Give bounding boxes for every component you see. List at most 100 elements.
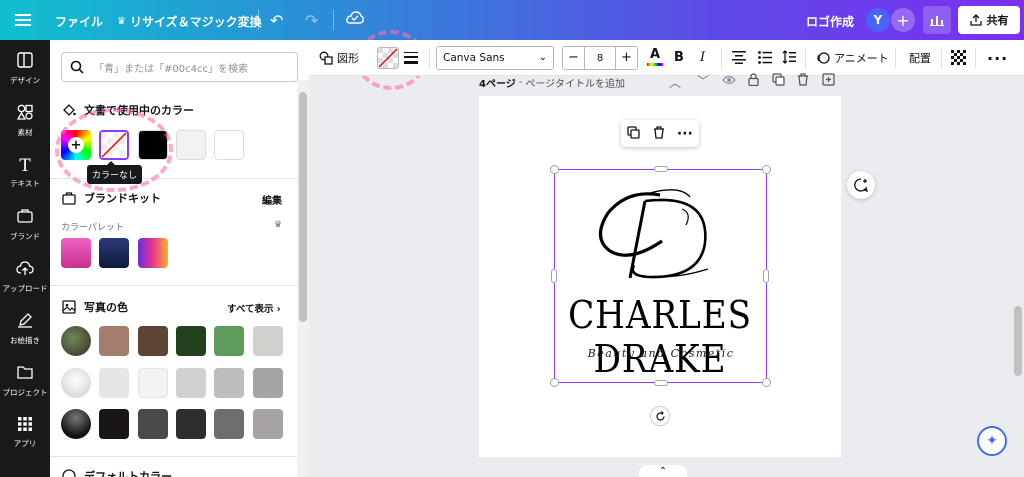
- delete-icon[interactable]: [653, 124, 665, 143]
- rail-item-apps[interactable]: アプリ: [0, 416, 50, 449]
- photo-color-swatch[interactable]: [176, 409, 206, 439]
- list-icon[interactable]: [758, 51, 772, 67]
- more-options-icon[interactable]: ···: [987, 49, 1008, 68]
- rotate-handle[interactable]: [650, 406, 670, 426]
- horizontal-scrollbar[interactable]: ⌃: [309, 461, 1024, 477]
- minus-icon[interactable]: −: [563, 47, 585, 69]
- photo-color-swatch[interactable]: [99, 326, 129, 356]
- photo-thumb-2[interactable]: [61, 368, 91, 398]
- spacing-icon[interactable]: [782, 50, 796, 67]
- shape-button[interactable]: 図形: [319, 50, 359, 66]
- rail-item-upload[interactable]: アップロード: [0, 260, 50, 294]
- resize-handle-top[interactable]: [654, 166, 668, 172]
- font-family-select[interactable]: Canva Sans ⌄: [436, 46, 554, 70]
- rail-item-text[interactable]: T テキスト: [0, 156, 50, 189]
- resize-handle-tl[interactable]: [550, 165, 559, 174]
- chevron-right-icon: ›: [276, 304, 281, 315]
- rail-label: デザイン: [10, 76, 40, 85]
- photo-color-swatch[interactable]: [214, 409, 244, 439]
- photo-color-swatch[interactable]: [176, 326, 206, 356]
- color-search-input[interactable]: 「青」または「#00c4cc」を検索: [61, 52, 298, 82]
- page-title-input[interactable]: ページタイトルを追加: [525, 75, 625, 90]
- hide-icon[interactable]: [722, 75, 736, 88]
- undo-icon[interactable]: ↶: [270, 11, 283, 30]
- align-center-icon[interactable]: [732, 51, 746, 67]
- photo-color-swatch[interactable]: [214, 368, 244, 398]
- palette-swatch-pink[interactable]: [61, 238, 91, 268]
- crown-icon: ♛: [274, 220, 283, 230]
- rail-item-brand[interactable]: ブランド: [0, 208, 50, 242]
- lock-icon[interactable]: [748, 73, 759, 89]
- resize-handle-tr[interactable]: [762, 165, 771, 174]
- logo-create-button[interactable]: ロゴ作成: [806, 13, 854, 30]
- redo-icon[interactable]: ↷: [305, 11, 318, 30]
- animate-button[interactable]: アニメート: [816, 50, 889, 66]
- photo-color-swatch[interactable]: [214, 326, 244, 356]
- chevron-up-icon[interactable]: ︿: [669, 74, 681, 91]
- resize-handle-right[interactable]: [763, 269, 769, 283]
- photo-color-swatch[interactable]: [138, 326, 168, 356]
- add-page-icon[interactable]: [822, 73, 835, 89]
- photo-color-swatch[interactable]: [253, 326, 283, 356]
- photo-color-swatch[interactable]: [99, 409, 129, 439]
- more-icon[interactable]: ···: [677, 126, 693, 142]
- edit-link[interactable]: 編集: [262, 192, 282, 207]
- bold-button[interactable]: B: [674, 50, 684, 65]
- add-collaborator-button[interactable]: +: [891, 8, 915, 32]
- resize-handle-left[interactable]: [551, 269, 557, 283]
- color-swatch-lightgray[interactable]: [176, 130, 206, 160]
- color-swatch-white[interactable]: [214, 130, 244, 160]
- palette-swatch-navy[interactable]: [99, 238, 129, 268]
- rail-item-projects[interactable]: プロジェクト: [0, 364, 50, 398]
- resize-handle-bottom[interactable]: [654, 380, 668, 386]
- divider: [975, 48, 976, 68]
- file-menu[interactable]: ファイル: [55, 13, 103, 30]
- font-size-stepper[interactable]: − 8 +: [562, 46, 638, 70]
- color-panel: 「青」または「#00c4cc」を検索 文書で使用中のカラー + ブランドキット …: [50, 40, 309, 477]
- fill-color-button[interactable]: [377, 47, 399, 69]
- text-color-button[interactable]: A: [647, 47, 663, 69]
- analytics-button[interactable]: [923, 6, 951, 34]
- duplicate-icon[interactable]: [627, 124, 640, 143]
- duplicate-page-icon[interactable]: [772, 73, 785, 89]
- divider: [50, 456, 298, 457]
- share-button[interactable]: 共有: [958, 6, 1020, 34]
- resize-button[interactable]: ♛ リサイズ＆マジック変換: [117, 13, 262, 30]
- rail-item-elements[interactable]: 素材: [0, 104, 50, 138]
- canvas-scrollbar[interactable]: [1012, 76, 1024, 461]
- photo-thumb-1[interactable]: [61, 326, 91, 356]
- photo-thumb-3[interactable]: [61, 409, 91, 439]
- add-comment-button[interactable]: [847, 171, 875, 199]
- rail-item-draw[interactable]: お絵描き: [0, 312, 50, 346]
- avatar[interactable]: Y: [866, 8, 890, 32]
- canvas-scroll-thumb[interactable]: [1014, 306, 1022, 376]
- palette-swatch-gradient[interactable]: [138, 238, 168, 268]
- magic-assistant-button[interactable]: ✦: [977, 426, 1007, 456]
- panel-scroll-thumb[interactable]: [299, 92, 307, 322]
- photo-color-swatch[interactable]: [99, 368, 129, 398]
- photo-color-swatch[interactable]: [253, 409, 283, 439]
- rail-label: 素材: [17, 128, 33, 137]
- resize-handle-bl[interactable]: [550, 378, 559, 387]
- plus-icon[interactable]: +: [615, 47, 637, 69]
- show-all-label: すべて表示: [227, 304, 274, 315]
- resize-handle-br[interactable]: [762, 378, 771, 387]
- collapse-pages-button[interactable]: ⌃: [639, 465, 687, 477]
- transparency-icon[interactable]: [951, 50, 966, 68]
- photo-color-swatch[interactable]: [176, 368, 206, 398]
- font-size-value[interactable]: 8: [585, 53, 615, 64]
- rail-item-design[interactable]: デザイン: [0, 52, 50, 86]
- selection-box[interactable]: [554, 169, 767, 383]
- photo-color-swatch[interactable]: [138, 409, 168, 439]
- photo-color-swatch[interactable]: [253, 368, 283, 398]
- show-all-link[interactable]: すべて表示 ›: [227, 301, 281, 315]
- delete-page-icon[interactable]: [797, 73, 809, 89]
- position-button[interactable]: 配置: [909, 50, 931, 66]
- italic-button[interactable]: I: [700, 50, 705, 65]
- border-style-button[interactable]: [404, 51, 418, 65]
- chevron-down-icon[interactable]: ﹀: [697, 72, 709, 89]
- menu-icon[interactable]: [14, 12, 32, 28]
- photo-color-swatch[interactable]: [138, 368, 168, 398]
- panel-scrollbar[interactable]: [297, 80, 309, 477]
- cloud-save-icon[interactable]: [346, 11, 364, 25]
